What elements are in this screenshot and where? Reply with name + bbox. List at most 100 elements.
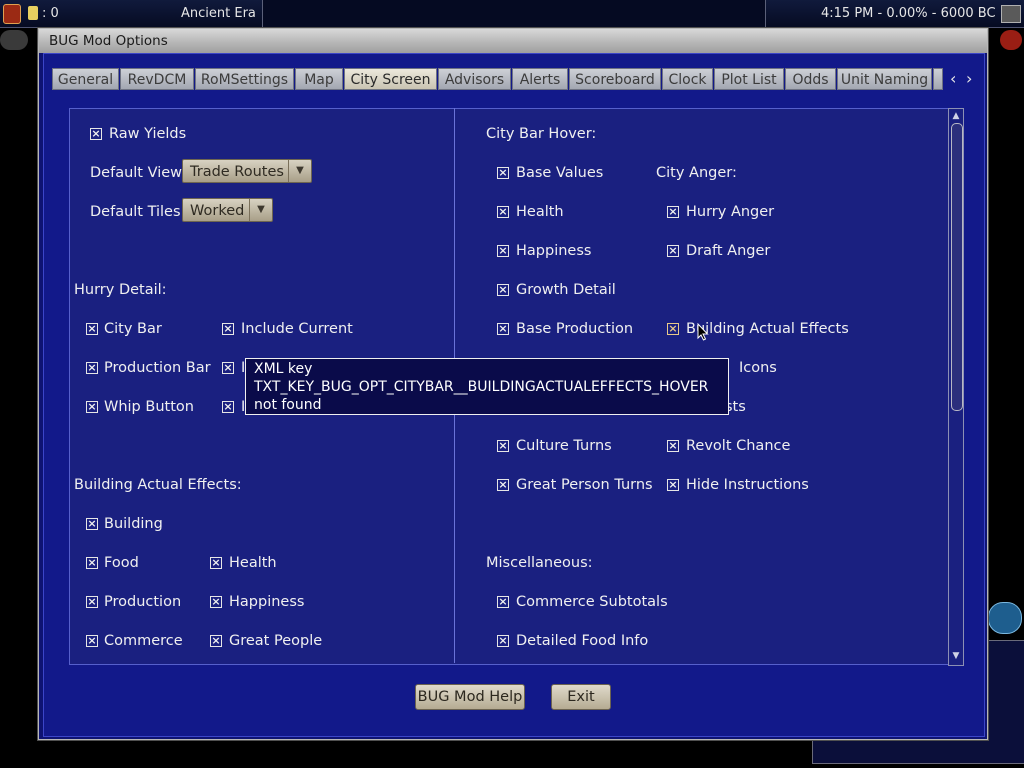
window-titlebar[interactable]: BUG Mod Options xyxy=(39,29,987,53)
mouse-cursor-icon xyxy=(697,323,709,341)
great-person-turns-label: Great Person Turns xyxy=(516,477,653,493)
hurry-option-2-checkbox[interactable]: × xyxy=(222,362,234,374)
bug-mod-help-button[interactable]: BUG Mod Help xyxy=(415,684,525,710)
bae-production-label: Production xyxy=(104,594,182,610)
tooltip-line-3: not found xyxy=(254,397,322,413)
tab-city-screen[interactable]: City Screen xyxy=(344,68,437,90)
chevron-down-icon: ▼ xyxy=(249,199,272,221)
raw-yields-checkbox[interactable]: × xyxy=(90,128,102,140)
right-edge-icon[interactable] xyxy=(1000,30,1022,50)
scrollbar-thumb[interactable] xyxy=(951,123,963,411)
tooltip-line-1: XML key xyxy=(254,361,313,377)
bae-happiness-checkbox[interactable]: × xyxy=(210,596,222,608)
advisor-screen-icon[interactable] xyxy=(1001,5,1021,23)
gold-icon xyxy=(28,6,38,20)
hover-building-actual-effects-label: Building Actual Effects xyxy=(686,321,849,337)
bae-health-checkbox[interactable]: × xyxy=(210,557,222,569)
detailed-food-info-checkbox[interactable]: × xyxy=(497,635,509,647)
tab-scroll-controls: ‹ › xyxy=(946,68,982,90)
chevron-down-icon: ▼ xyxy=(288,160,311,182)
game-top-bar: : 0 Ancient Era 4:15 PM - 0.00% - 6000 B… xyxy=(0,0,1024,764)
include-current-checkbox[interactable]: × xyxy=(222,323,234,335)
culture-turns-label: Culture Turns xyxy=(516,438,612,454)
growth-detail-checkbox[interactable]: × xyxy=(497,284,509,296)
draft-anger-label: Draft Anger xyxy=(686,243,771,259)
hover-happiness-label: Happiness xyxy=(516,243,592,259)
city-bar-hover-header: City Bar Hover: xyxy=(486,126,597,142)
default-tiles-dropdown[interactable]: Worked ▼ xyxy=(182,198,273,222)
icons-option-label: Icons xyxy=(739,360,777,376)
scroll-down-icon[interactable]: ▼ xyxy=(950,650,962,662)
hover-building-actual-effects-checkbox[interactable]: × xyxy=(667,323,679,335)
bae-happiness-label: Happiness xyxy=(229,594,305,610)
commerce-subtotals-checkbox[interactable]: × xyxy=(497,596,509,608)
raw-yields-label: Raw Yields xyxy=(109,126,187,142)
tab-next-icon[interactable]: › xyxy=(966,68,972,90)
top-bar-left-panel: : 0 Ancient Era xyxy=(0,0,263,28)
default-view-value: Trade Routes xyxy=(190,164,284,180)
tab-plot-list[interactable]: Plot List xyxy=(714,68,784,90)
hover-happiness-checkbox[interactable]: × xyxy=(497,245,509,257)
great-person-turns-checkbox[interactable]: × xyxy=(497,479,509,491)
bae-building-label: Building xyxy=(104,516,163,532)
culture-turns-checkbox[interactable]: × xyxy=(497,440,509,452)
revolt-chance-label: Revolt Chance xyxy=(686,438,791,454)
hover-health-checkbox[interactable]: × xyxy=(497,206,509,218)
bae-great-people-checkbox[interactable]: × xyxy=(210,635,222,647)
bae-building-checkbox[interactable]: × xyxy=(86,518,98,530)
miscellaneous-header: Miscellaneous: xyxy=(486,555,593,571)
globe-view-icon[interactable] xyxy=(988,602,1022,634)
bae-commerce-checkbox[interactable]: × xyxy=(86,635,98,647)
hide-instructions-checkbox[interactable]: × xyxy=(667,479,679,491)
game-status-text: 4:15 PM - 0.00% - 6000 BC xyxy=(821,6,996,21)
tab-alerts[interactable]: Alerts xyxy=(512,68,568,90)
tab-prev-icon[interactable]: ‹ xyxy=(950,68,956,90)
tooltip-line-2: TXT_KEY_BUG_OPT_CITYBAR__BUILDINGACTUALE… xyxy=(254,379,709,395)
whip-button-label: Whip Button xyxy=(104,399,194,415)
default-view-label: Default View xyxy=(90,165,182,181)
include-current-label: Include Current xyxy=(241,321,353,337)
hurry-anger-label: Hurry Anger xyxy=(686,204,775,220)
base-values-label: Base Values xyxy=(516,165,604,181)
tab-unit-naming[interactable]: Unit Naming xyxy=(837,68,932,90)
hurry-city-bar-checkbox[interactable]: × xyxy=(86,323,98,335)
tab-clock[interactable]: Clock xyxy=(662,68,713,90)
bae-production-checkbox[interactable]: × xyxy=(86,596,98,608)
tab-odds[interactable]: Odds xyxy=(785,68,836,90)
left-edge-icon[interactable] xyxy=(0,30,28,50)
bae-food-checkbox[interactable]: × xyxy=(86,557,98,569)
exit-button[interactable]: Exit xyxy=(551,684,611,710)
window-title: BUG Mod Options xyxy=(49,33,168,49)
commerce-subtotals-label: Commerce Subtotals xyxy=(516,594,668,610)
city-anger-header: City Anger: xyxy=(656,165,737,181)
era-label: Ancient Era xyxy=(181,6,256,21)
tab-general[interactable]: General xyxy=(52,68,119,90)
default-view-dropdown[interactable]: Trade Routes ▼ xyxy=(182,159,312,183)
tab-revdcm[interactable]: RevDCM xyxy=(120,68,194,90)
tab-romsettings[interactable]: RoMSettings xyxy=(195,68,294,90)
production-bar-label: Production Bar xyxy=(104,360,211,376)
base-values-checkbox[interactable]: × xyxy=(497,167,509,179)
base-production-checkbox[interactable]: × xyxy=(497,323,509,335)
hover-health-label: Health xyxy=(516,204,564,220)
whip-button-checkbox[interactable]: × xyxy=(86,401,98,413)
tab-overflow[interactable] xyxy=(933,68,943,90)
gold-amount: : 0 xyxy=(42,6,59,21)
production-bar-checkbox[interactable]: × xyxy=(86,362,98,374)
tab-map[interactable]: Map xyxy=(295,68,343,90)
top-bar-right-panel: 4:15 PM - 0.00% - 6000 BC xyxy=(765,0,1024,28)
hurry-anger-checkbox[interactable]: × xyxy=(667,206,679,218)
detailed-food-info-label: Detailed Food Info xyxy=(516,633,649,649)
draft-anger-checkbox[interactable]: × xyxy=(667,245,679,257)
tab-advisors[interactable]: Advisors xyxy=(438,68,511,90)
bae-commerce-label: Commerce xyxy=(104,633,183,649)
hurry-option-3-checkbox[interactable]: × xyxy=(222,401,234,413)
panel-scrollbar[interactable]: ▲ ▼ xyxy=(948,108,964,666)
scroll-up-icon[interactable]: ▲ xyxy=(950,110,962,122)
bae-great-people-label: Great People xyxy=(229,633,323,649)
civ-flag-icon[interactable] xyxy=(3,4,21,24)
tab-scoreboard[interactable]: Scoreboard xyxy=(569,68,661,90)
hover-tooltip: XML key TXT_KEY_BUG_OPT_CITYBAR__BUILDIN… xyxy=(245,358,729,415)
revolt-chance-checkbox[interactable]: × xyxy=(667,440,679,452)
base-production-label: Base Production xyxy=(516,321,634,337)
